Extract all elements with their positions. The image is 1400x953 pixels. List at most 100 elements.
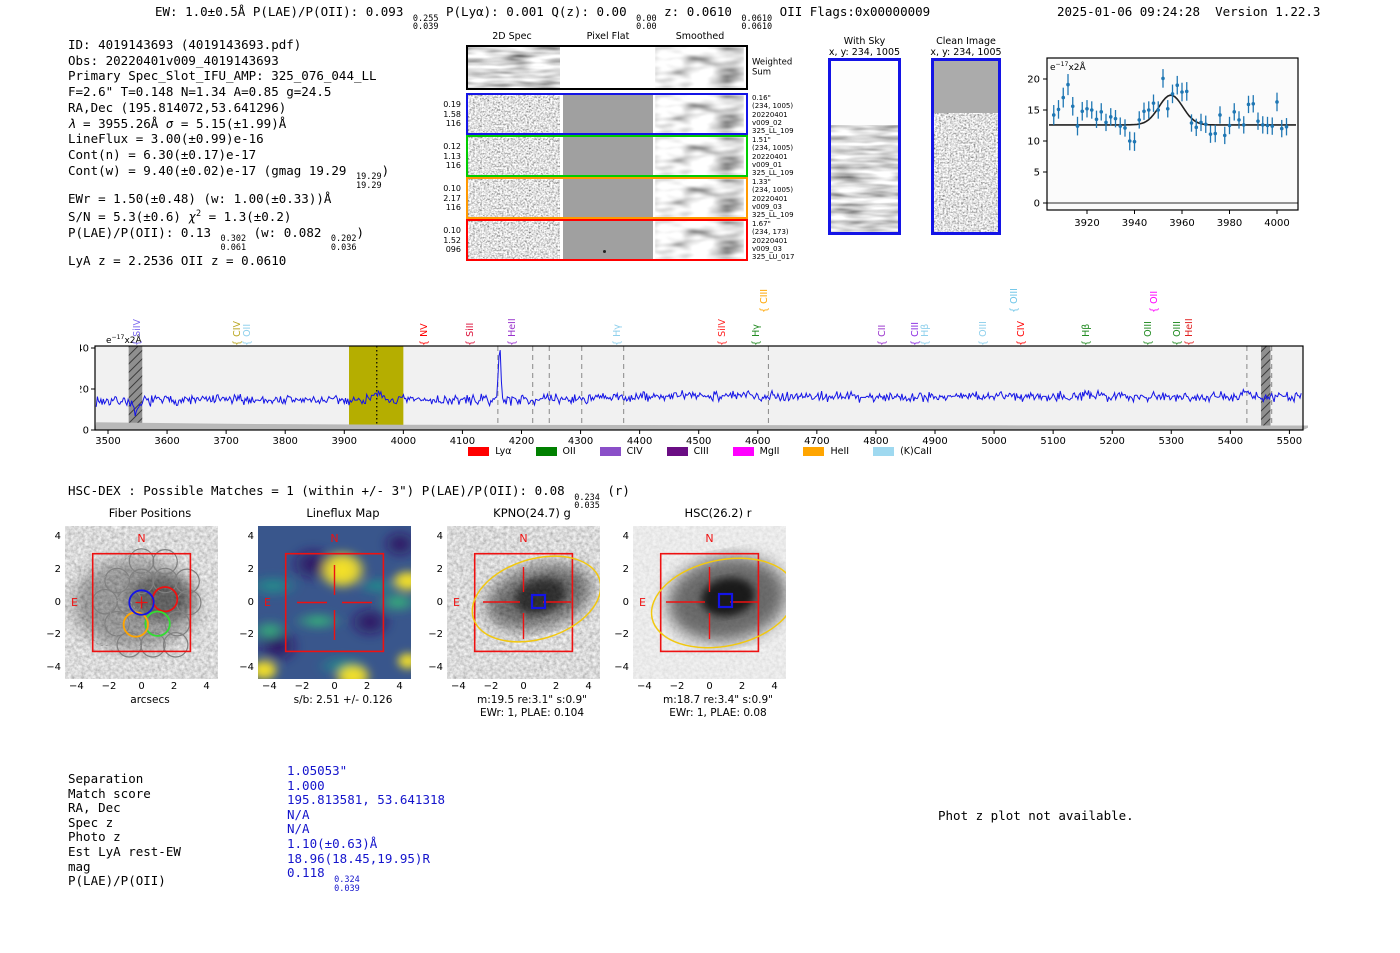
svg-text:3920: 3920: [1074, 218, 1099, 229]
match-row-value: N/A: [287, 806, 310, 822]
svg-text:3960: 3960: [1169, 218, 1194, 229]
svg-text:20: 20: [80, 385, 89, 396]
match-row-value: 18.96(18.45,19.95)R: [287, 850, 430, 866]
svg-text:10: 10: [1027, 137, 1040, 148]
match-row-label: Photo z: [68, 829, 121, 845]
legend-item: Lyα: [468, 446, 512, 457]
y-tick-label: −4: [428, 661, 443, 673]
spec2d-row: Weighted Sum: [466, 45, 792, 90]
emission-line-label: { HeII: [506, 318, 518, 346]
info-line: Obs: 20220401v009_4019143693: [68, 52, 279, 68]
fiber-xlabel: arcsecs: [130, 694, 170, 706]
legend-item: CIV: [599, 446, 643, 457]
detection-info-block: ID: 4019143693 (4019143693.pdf) Obs: 2022…: [68, 37, 389, 269]
emission-line-label: { SiIV: [716, 318, 728, 346]
hsc-r-title: HSC(26.2) r: [684, 506, 752, 520]
legend-item: (K)CaII: [873, 446, 932, 457]
kpno-g-image: N E: [447, 526, 600, 679]
y-tick-label: 4: [54, 531, 61, 543]
y-tick-label: 2: [436, 563, 443, 575]
north-label: N: [519, 532, 527, 545]
withsky-title: With Sky: [843, 36, 886, 47]
spec2d-header-smoothed: Smoothed: [675, 31, 725, 42]
cleanimage-title-block: Clean Image x, y: 234, 1005: [930, 36, 1002, 58]
svg-text:15: 15: [1027, 106, 1040, 117]
x-tick-label: −4: [451, 681, 466, 692]
y-tick-label: −4: [46, 661, 61, 673]
spec2d-row: 0.10 2.17 116 1.33" (234, 1005) 20220401 v009_…: [443, 177, 794, 220]
fiber-positions-title: Fiber Positions: [108, 506, 192, 520]
svg-text:20: 20: [1027, 75, 1040, 86]
x-tick-label: 0: [520, 681, 527, 692]
emission-line-label: { OIII: [978, 321, 990, 346]
kpno-xticks: −4 −2 0 2 4: [425, 681, 617, 694]
x-tick-label: 4: [203, 681, 210, 692]
legend-swatch: [873, 447, 895, 456]
match-row-value: 195.813581, 53.641318: [287, 792, 446, 808]
match-row-value: 1.000: [287, 777, 325, 793]
kpno-caption-2: EWr: 1, PLAE: 0.104: [479, 707, 585, 719]
x-tick-label: 4: [585, 681, 592, 692]
match-row-label: RA, Dec: [68, 800, 121, 816]
x-tick-label: 4: [396, 681, 403, 692]
x-tick-label: 0: [706, 681, 713, 692]
cleanimage-image: [931, 58, 1001, 235]
x-tick-label: −2: [101, 681, 117, 692]
x-tick-label: 2: [170, 681, 178, 692]
withsky-title-block: With Sky x, y: 234, 1005: [828, 36, 901, 58]
y-tick-label: 0: [54, 596, 61, 608]
legend-swatch: [535, 447, 557, 456]
x-tick-label: 0: [331, 681, 338, 692]
photz-note: Phot z plot not available.: [938, 808, 1134, 823]
legend-swatch: [666, 447, 688, 456]
match-table-values: 1.05053" 1.000 195.813581, 53.641318 N/A N/A…: [287, 763, 446, 894]
info-line: F=2.6" T=0.148 N=1.34 A=0.85 g=24.5: [68, 84, 332, 100]
kpno-g-panel: KPNO(24.7) g N E 4 2 0 −2 −4 −4 −2 0 2 4 m:19.5 …: [425, 506, 617, 720]
emission-line-label: { Hβ: [1081, 323, 1093, 346]
svg-text:0: 0: [1034, 199, 1040, 210]
emission-line-label: { OIII: [1008, 288, 1020, 313]
fiber-xticks: −4 −2 0 2 4: [43, 681, 235, 694]
x-tick-label: 2: [738, 681, 746, 692]
cleanimage-title: Clean Image: [936, 36, 996, 47]
emission-line-label: { SiII: [464, 322, 476, 346]
emission-line-label: { OII: [1148, 290, 1160, 313]
svg-text:40: 40: [80, 344, 89, 355]
east-label: E: [453, 596, 460, 609]
stacked-uncertainty: 0.0610 0.0610: [741, 13, 773, 33]
hsc-r-image: N E: [633, 526, 786, 679]
match-row-value: 1.10(±0.63)Å: [287, 835, 378, 851]
legend-item: OII: [535, 446, 576, 457]
match-row-value: 1.05053": [287, 763, 348, 778]
emission-line-label: { HeII: [1184, 318, 1196, 346]
east-label: E: [639, 596, 646, 609]
header-summary-line: EW: 1.0±0.5Å P(LAE)/P(OII): 0.093 0.255 0…: [155, 4, 931, 33]
info-line: ID: 4019143693 (4019143693.pdf): [68, 37, 302, 52]
hsc-r-plot: N E 4 2 0 −2 −4: [611, 526, 803, 679]
stacked-uncertainty: 0.324 0.039: [334, 874, 360, 894]
emission-line-label: { CIV: [1015, 321, 1027, 346]
x-tick-label: −4: [262, 681, 277, 692]
y-tick-label: 0: [247, 596, 254, 608]
info-line: Primary Spec_Slot_IFU_AMP: 325_076_044_L…: [68, 68, 377, 84]
emission-line-label: { OIII: [1172, 321, 1184, 346]
report-version: Version 1.22.3: [1215, 4, 1321, 19]
north-label: N: [705, 532, 713, 545]
svg-text:4000: 4000: [1264, 218, 1289, 229]
cleanimage-coords: x, y: 234, 1005: [930, 47, 1002, 58]
info-line: Cont(w) = 9.40(±0.02)e-17 (gmag 19.29 19…: [68, 162, 390, 192]
match-row-label: Separation: [68, 771, 144, 786]
lineflux-map-title: Lineflux Map: [306, 506, 380, 520]
kpno-caption-1: m:19.5 re:3.1" s:0.9": [477, 694, 587, 706]
spec2d-header-pixelflat: Pixel Flat: [586, 31, 630, 42]
elixer-report-page: EW: 1.0±0.5Å P(LAE)/P(OII): 0.093 0.255 0…: [0, 0, 1400, 953]
inset-linefit-chart: 0 5 10 15 20 3920 3940 3960 3980 4000: [1027, 57, 1299, 229]
info-line: LyA z = 2.2536 OII z = 0.0610: [68, 252, 287, 268]
info-line: RA,Dec (195.814072,53.641296): [68, 99, 287, 115]
spec2d-row: 0.12 1.13 116 1.51" (234, 1005) 20220401 v009_…: [443, 135, 794, 178]
east-label: E: [71, 596, 78, 609]
x-tick-label: −2: [669, 681, 685, 692]
lineflux-caption: s/b: 2.51 +/- 0.126: [293, 694, 393, 706]
spec2d-panel: 2D Spec Pixel Flat Smoothed Weighted Sum 0…: [443, 31, 794, 261]
emission-line-label: { OIII: [1142, 321, 1154, 346]
